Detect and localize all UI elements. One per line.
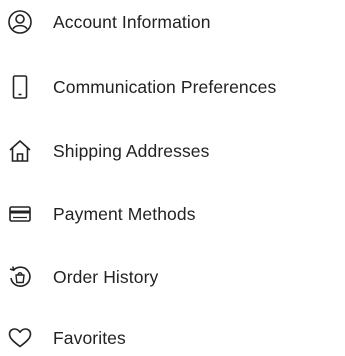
menu-item-label: Account Information	[53, 11, 211, 32]
heart-icon	[5, 323, 35, 353]
menu-item-label: Payment Methods	[53, 203, 196, 224]
menu-item-payment-methods[interactable]: Payment Methods	[0, 194, 345, 234]
order-history-icon	[5, 262, 35, 292]
menu-item-label: Favorites	[53, 327, 126, 348]
menu-item-order-history[interactable]: Order History	[0, 257, 345, 297]
account-menu: Account Information Communication Prefer…	[0, 0, 345, 356]
menu-item-shipping-addresses[interactable]: Shipping Addresses	[0, 131, 345, 171]
menu-item-communication-preferences[interactable]: Communication Preferences	[0, 67, 345, 107]
home-icon	[5, 136, 35, 166]
menu-item-label: Order History	[53, 266, 159, 287]
menu-item-label: Shipping Addresses	[53, 140, 210, 161]
credit-card-icon	[5, 199, 35, 229]
menu-item-label: Communication Preferences	[53, 76, 277, 97]
menu-item-favorites[interactable]: Favorites	[0, 318, 345, 356]
user-circle-icon	[5, 7, 35, 37]
menu-item-account-information[interactable]: Account Information	[0, 2, 345, 42]
mobile-phone-icon	[5, 72, 35, 102]
